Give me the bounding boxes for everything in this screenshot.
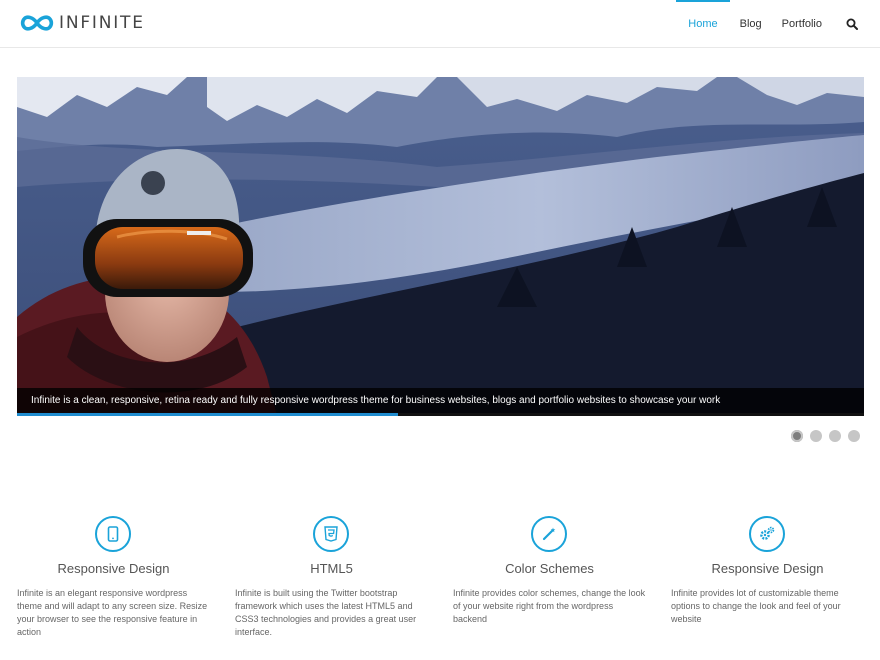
- feature-description: Infinite is an elegant responsive wordpr…: [17, 588, 208, 637]
- slider-dot-3[interactable]: [829, 430, 841, 442]
- search-icon: [846, 18, 858, 30]
- feature-description: Infinite provides color schemes, change …: [453, 588, 646, 624]
- infinity-logo-icon: [20, 15, 54, 31]
- feature-title: Responsive Design: [711, 561, 824, 576]
- features-section: Responsive Design Infinite is an elegant…: [17, 516, 864, 646]
- slide-caption-text: Infinite is a clean, responsive, retina …: [31, 395, 721, 406]
- feature-description: Infinite provides lot of customizable th…: [671, 588, 841, 624]
- nav-item-home[interactable]: Home: [676, 0, 730, 48]
- slide-progress-bar: [17, 413, 399, 416]
- gears-icon: [749, 516, 785, 552]
- feature-title: HTML5: [310, 561, 353, 576]
- feature-title: Responsive Design: [57, 561, 170, 576]
- hero-slider[interactable]: Infinite is a clean, responsive, retina …: [17, 77, 864, 416]
- slide-caption: Infinite is a clean, responsive, retina …: [17, 388, 864, 413]
- nav-item-portfolio[interactable]: Portfolio: [772, 0, 832, 48]
- feature-title: Color Schemes: [505, 561, 594, 576]
- brand-name: INFINITE: [59, 13, 145, 33]
- site-header: INFINITE Home Blog Portfolio: [0, 0, 880, 48]
- slide-image: [17, 77, 864, 416]
- tablet-icon: [95, 516, 131, 552]
- slide-progress-track: [17, 413, 864, 416]
- magic-wand-icon: [531, 516, 567, 552]
- site-logo[interactable]: INFINITE: [19, 11, 145, 35]
- main-nav: Home Blog Portfolio: [676, 0, 880, 48]
- nav-item-blog[interactable]: Blog: [730, 0, 772, 48]
- slider-dot-2[interactable]: [810, 430, 822, 442]
- html5-icon: [313, 516, 349, 552]
- slider-dot-4[interactable]: [848, 430, 860, 442]
- feature-description: Infinite is built using the Twitter boot…: [235, 588, 417, 637]
- slider-dot-1[interactable]: [791, 430, 803, 442]
- search-button[interactable]: [832, 0, 872, 48]
- slider-pagination: [791, 430, 860, 442]
